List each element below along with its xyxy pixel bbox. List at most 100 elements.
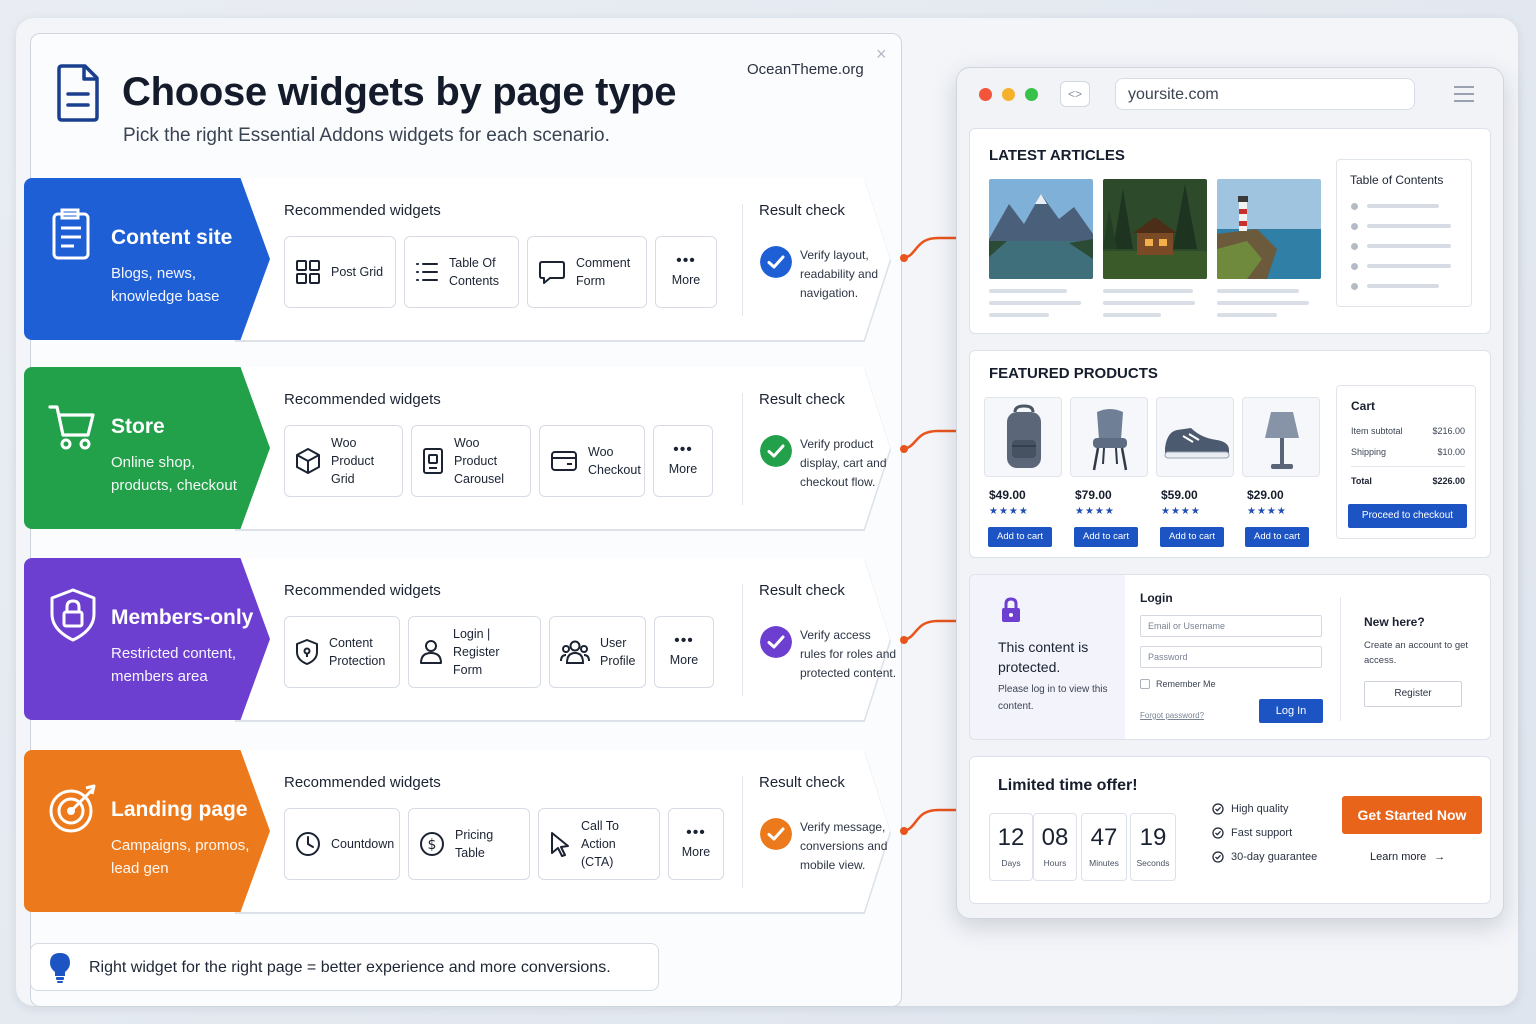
carousel-icon: [423, 448, 443, 474]
more-dots-icon: •••: [673, 441, 693, 458]
widget-more[interactable]: ••• More: [655, 236, 717, 308]
cart-divider: [1351, 466, 1465, 467]
learn-more-label: Learn more: [1370, 851, 1427, 863]
window-close-dot[interactable]: [979, 88, 992, 101]
product-chair[interactable]: [1070, 397, 1148, 477]
document-icon: [52, 208, 90, 260]
widget-login-register-form[interactable]: Login | Register Form: [408, 616, 541, 688]
result-check-label: Result check: [759, 582, 845, 599]
widget-pricing-table[interactable]: $ Pricing Table: [408, 808, 530, 880]
new-here-title: New here?: [1364, 615, 1425, 629]
toc-title: Table of Contents: [1350, 173, 1444, 187]
widget-comment-form[interactable]: Comment Form: [527, 236, 647, 308]
learn-more-link[interactable]: Learn more →: [1370, 851, 1445, 863]
countdown-hours: 08 Hours: [1033, 813, 1077, 881]
widget-list: Post Grid Table Of Contents Comment Form…: [284, 236, 717, 308]
product-sneaker[interactable]: [1156, 397, 1234, 477]
toc-item[interactable]: [1367, 224, 1451, 228]
product-price: $49.00: [989, 488, 1026, 502]
widget-woo-product-grid[interactable]: Woo Product Grid: [284, 425, 403, 497]
total-label: Total: [1351, 476, 1372, 486]
widget-more[interactable]: ••• More: [654, 616, 714, 688]
widget-countdown[interactable]: Countdown: [284, 808, 400, 880]
remember-checkbox[interactable]: [1140, 679, 1150, 689]
proceed-to-checkout-button[interactable]: Proceed to checkout: [1348, 504, 1467, 528]
comment-icon: [539, 261, 565, 284]
forest-cabin-image[interactable]: [1103, 179, 1207, 279]
countdown-value: 19: [1139, 824, 1167, 851]
toc-item[interactable]: [1367, 264, 1451, 268]
toc-item[interactable]: [1367, 244, 1451, 248]
new-here-text: Create an account to get access.: [1364, 640, 1469, 666]
widget-more[interactable]: ••• More: [653, 425, 713, 497]
placeholder-line: [989, 301, 1081, 305]
widget-more[interactable]: ••• More: [668, 808, 724, 880]
placeholder-line: [1217, 301, 1309, 305]
row-description: Online shop, products, checkout: [111, 454, 237, 494]
toc-bullet: [1351, 203, 1358, 210]
add-to-cart-button[interactable]: Add to cart: [1074, 527, 1138, 547]
window-minimize-dot[interactable]: [1002, 88, 1015, 101]
product-lamp[interactable]: [1242, 397, 1320, 477]
credit-card-icon: [551, 451, 577, 471]
more-dots-icon: •••: [676, 252, 696, 269]
mountain-lake-image[interactable]: [989, 179, 1093, 279]
widget-user-profile[interactable]: User Profile: [549, 616, 646, 688]
widget-woo-product-carousel[interactable]: Woo Product Carousel: [411, 425, 531, 497]
result-text: Verify access rules for roles and protec…: [800, 628, 897, 680]
password-input[interactable]: Password: [1140, 646, 1322, 668]
product-rating: ★★★★: [1161, 506, 1201, 517]
widget-content-protection[interactable]: Content Protection: [284, 616, 400, 688]
recommended-label: Recommended widgets: [284, 391, 441, 408]
grid-icon: [296, 260, 320, 284]
product-price: $79.00: [1075, 488, 1112, 502]
code-nav-icon[interactable]: <>: [1060, 81, 1090, 107]
widget-post-grid[interactable]: Post Grid: [284, 236, 396, 308]
widget-woo-checkout[interactable]: Woo Checkout: [539, 425, 645, 497]
perk-label: 30-day guarantee: [1231, 851, 1318, 863]
cart-subtotal-row: Item subtotal $216.00: [1351, 426, 1465, 436]
forgot-password-link[interactable]: Forgot password?: [1140, 711, 1204, 720]
cart-total-row: Total $226.00: [1351, 476, 1465, 486]
login-divider: [1340, 597, 1341, 721]
row-title: Members-only: [111, 606, 254, 629]
arrow-right-icon: →: [1434, 851, 1446, 863]
username-input[interactable]: Email or Username: [1140, 615, 1322, 637]
product-rating: ★★★★: [989, 506, 1029, 517]
lighthouse-image[interactable]: [1217, 179, 1321, 279]
widget-list: Countdown $ Pricing Table Call To Action…: [284, 808, 724, 880]
log-in-button[interactable]: Log In: [1259, 699, 1323, 723]
add-to-cart-button[interactable]: Add to cart: [1160, 527, 1224, 547]
divider: [742, 204, 743, 316]
add-to-cart-button[interactable]: Add to cart: [988, 527, 1052, 547]
lock-icon: [1002, 597, 1020, 622]
countdown-value: 12: [997, 824, 1025, 851]
protected-notice: This content is protected. Please log in…: [970, 575, 1125, 739]
widget-call-to-action[interactable]: Call To Action (CTA): [538, 808, 660, 880]
box-icon: [296, 448, 320, 474]
offer-title: Limited time offer!: [998, 777, 1138, 794]
window-maximize-dot[interactable]: [1025, 88, 1038, 101]
product-backpack[interactable]: [984, 397, 1062, 477]
countdown-value: 08: [1041, 824, 1069, 851]
placeholder-line: [989, 313, 1049, 317]
address-bar[interactable]: yoursite.com: [1115, 78, 1415, 110]
get-started-button[interactable]: Get Started Now: [1342, 796, 1482, 834]
limited-offer-section: Limited time offer! 12 Days 08 Hours 47 Min…: [969, 756, 1491, 904]
check-circle-icon: [760, 435, 792, 467]
menu-icon[interactable]: [1454, 86, 1474, 107]
toc-item[interactable]: [1367, 204, 1439, 208]
section-title: LATEST ARTICLES: [989, 147, 1125, 164]
more-dots-icon: •••: [686, 824, 706, 841]
widget-table-of-contents[interactable]: Table Of Contents: [404, 236, 519, 308]
row-landing-page: Landing page Campaigns, promos, lead gen…: [24, 750, 891, 914]
close-icon[interactable]: ×: [876, 44, 887, 65]
add-to-cart-button[interactable]: Add to cart: [1245, 527, 1309, 547]
widget-label: Woo Product Carousel: [454, 436, 505, 486]
widget-label: Countdown: [331, 837, 395, 851]
result-check-label: Result check: [759, 774, 845, 791]
toc-item[interactable]: [1367, 284, 1439, 288]
cursor-icon: [551, 832, 569, 857]
result-text: Verify message, conversions and mobile v…: [800, 820, 888, 872]
register-button[interactable]: Register: [1364, 681, 1462, 707]
